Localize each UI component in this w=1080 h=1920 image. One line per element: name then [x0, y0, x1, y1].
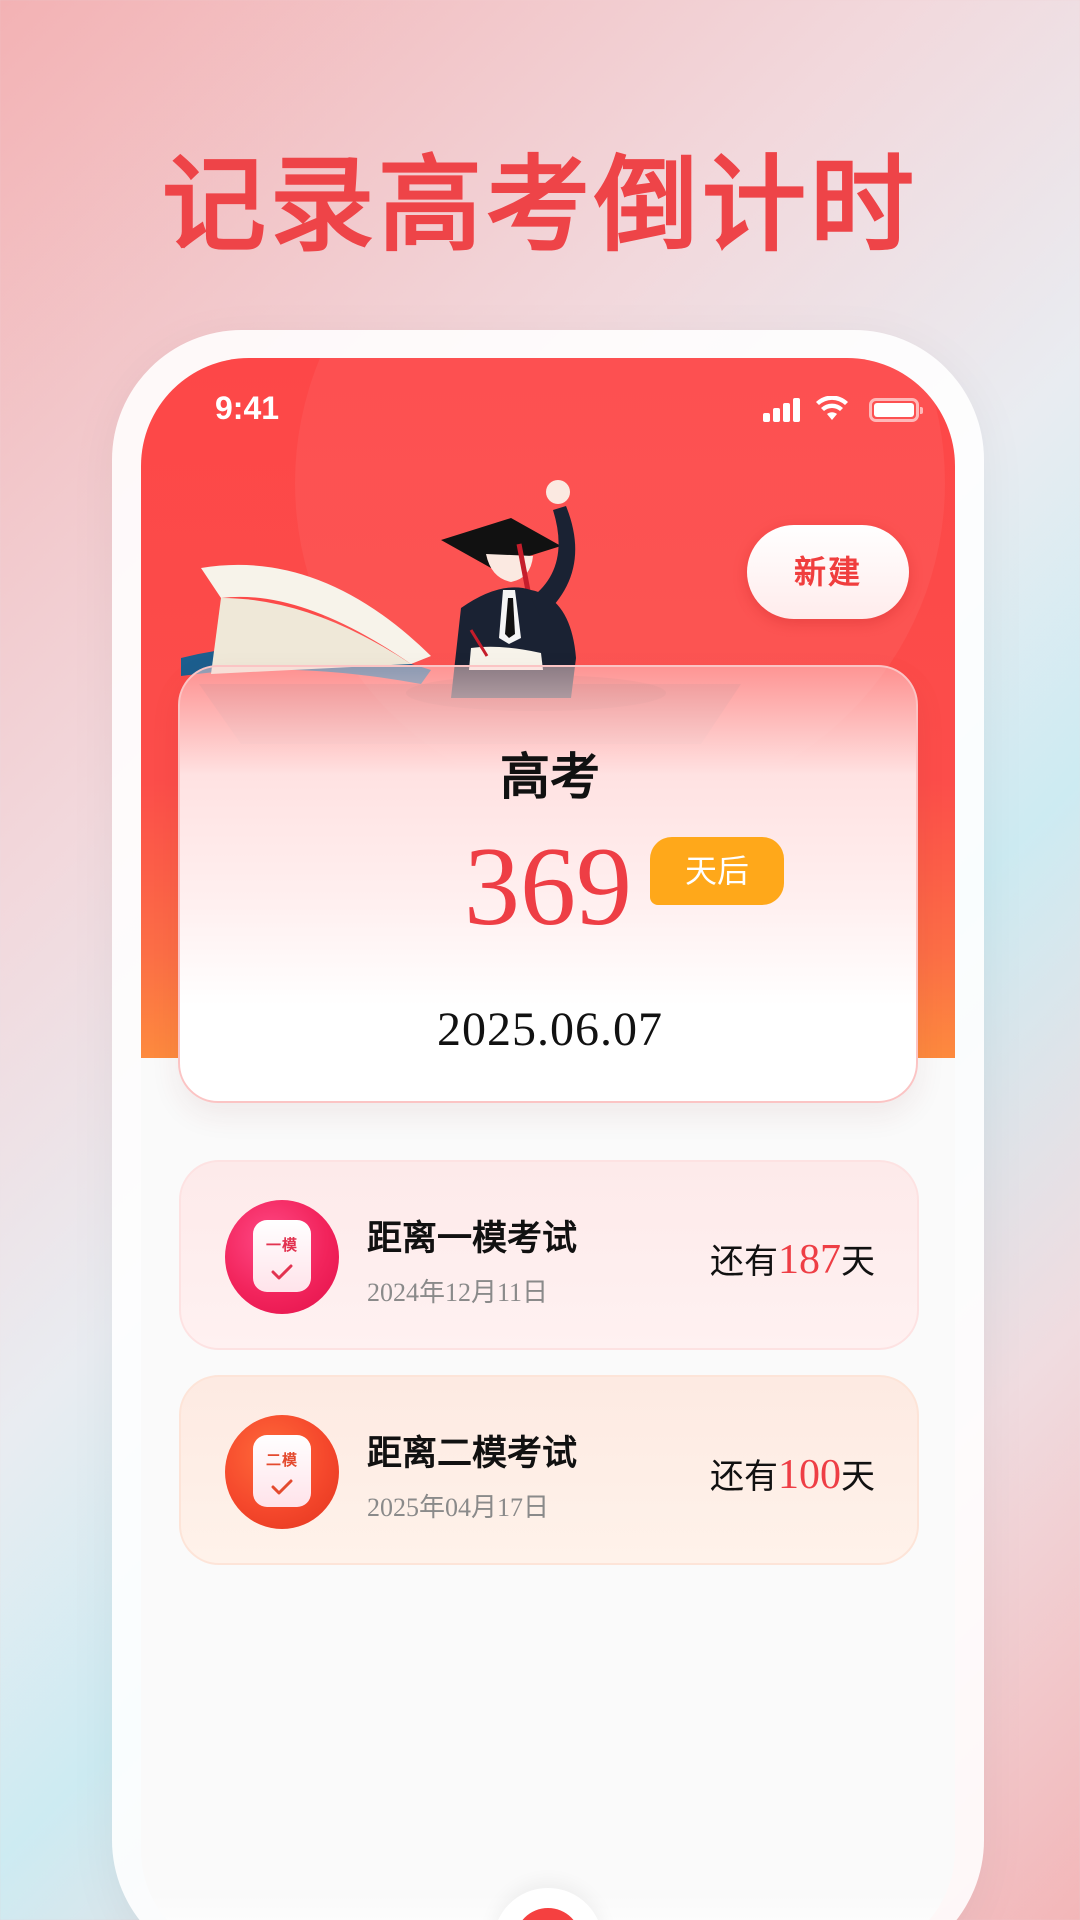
- exam-name: 距离一模考试: [367, 1218, 578, 1259]
- wifi-icon: [816, 396, 848, 420]
- exam-name: 距离二模考试: [367, 1433, 578, 1474]
- exam-date: 2024年12月11日: [367, 1278, 549, 1307]
- phone-screen: 9:41 新建 高考 369 天后 2025.06.07 一模 距离一模考试 2…: [141, 358, 955, 1920]
- countdown-unit: 天: [841, 1457, 875, 1497]
- first-mock-exam-icon: 一模: [225, 1200, 339, 1314]
- battery-icon: [869, 398, 923, 422]
- second-mock-exam-icon: 二模: [225, 1415, 339, 1529]
- exam-icon-tag: 一模: [265, 1236, 298, 1254]
- promo-headline: 记录高考倒计时: [161, 143, 918, 266]
- check-icon: [271, 1264, 293, 1280]
- check-icon: [271, 1479, 293, 1495]
- exam-row-second-mock[interactable]: 二模 距离二模考试 2025年04月17日 还有100天: [179, 1375, 919, 1565]
- countdown-unit: 天: [841, 1242, 875, 1282]
- gaokao-countdown-card[interactable]: 高考 369 天后 2025.06.07: [178, 665, 918, 1103]
- status-time: 9:41: [215, 390, 280, 426]
- exam-icon-tag: 二模: [265, 1451, 298, 1469]
- exam-row-first-mock[interactable]: 一模 距离一模考试 2024年12月11日 还有187天: [179, 1160, 919, 1350]
- signal-icon: [763, 398, 803, 422]
- countdown-date: 2025.06.07: [437, 1003, 663, 1056]
- new-countdown-button[interactable]: 新建: [747, 525, 909, 619]
- countdown-number: 100: [778, 1452, 841, 1498]
- countdown-prefix: 还有: [710, 1457, 778, 1497]
- exam-countdown: 还有100天: [710, 1449, 875, 1499]
- exam-countdown: 还有187天: [710, 1234, 875, 1284]
- countdown-prefix: 还有: [710, 1242, 778, 1282]
- exam-date: 2025年04月17日: [367, 1493, 550, 1522]
- countdown-number: 187: [778, 1237, 841, 1283]
- countdown-title: 高考: [500, 747, 600, 806]
- countdown-suffix-badge: 天后: [650, 837, 784, 905]
- countdown-days: 369: [464, 825, 632, 949]
